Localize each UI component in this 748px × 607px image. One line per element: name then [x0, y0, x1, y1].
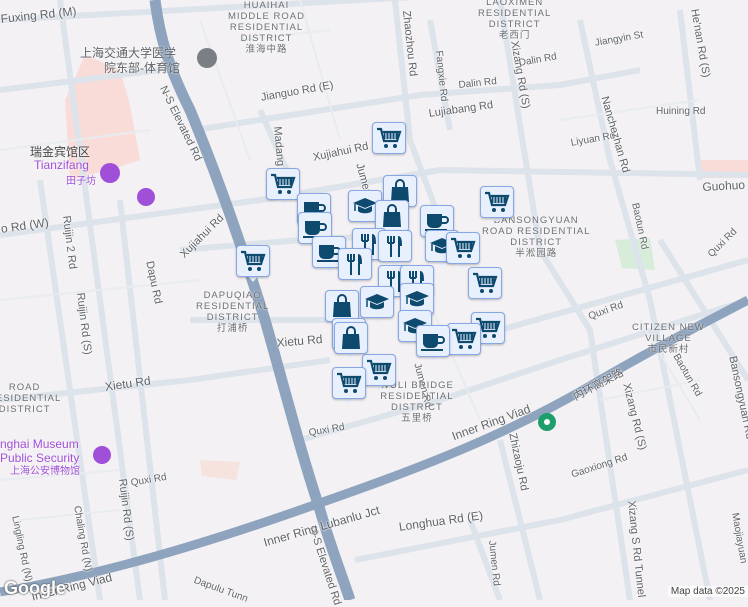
shopping-cart-icon [450, 236, 476, 260]
sports-pin-icon[interactable] [197, 48, 217, 68]
map-marker-shopping-cart[interactable] [332, 367, 366, 404]
map-marker-shopping-cart[interactable] [446, 232, 480, 269]
map-marker-shopping-cart[interactable] [480, 186, 514, 223]
map-marker-graduation-cap[interactable] [360, 286, 394, 323]
shopping-cart-icon [484, 190, 510, 214]
map-marker-shopping-cart[interactable] [236, 245, 270, 282]
road-label: Huining Rd [656, 106, 706, 117]
museum-pin-icon[interactable] [93, 446, 111, 464]
map-attribution[interactable]: Map data ©2025 [667, 586, 748, 597]
shopping-cart-icon [451, 327, 477, 351]
poi-hospital-label[interactable]: 上海交通大学医学 院东部-体育馆 [80, 46, 180, 76]
map-marker-shopping-bag[interactable] [334, 322, 368, 359]
map-marker-fork-knife[interactable] [378, 230, 412, 267]
google-logo: Google [4, 578, 66, 598]
poi-tianzifang-cn[interactable]: 田子坊 [66, 172, 96, 187]
district-laoximen: LAOXIMEN RESIDENTIAL DISTRICT 老西门 [478, 0, 552, 41]
map-marker-shopping-cart[interactable] [468, 267, 502, 304]
graduation-cap-icon [404, 287, 430, 311]
road-label: Guohuo [702, 177, 746, 194]
fork-knife-icon [382, 234, 408, 258]
district-huaihai: HUAIHAI MIDDLE ROAD RESIDENTIAL DISTRICT 淮海中… [228, 0, 305, 55]
shopping-cart-icon [240, 249, 266, 273]
coffee-cup-icon [420, 329, 446, 353]
landmark-pin-icon[interactable] [137, 188, 155, 206]
camera-pin-icon[interactable] [100, 163, 120, 183]
shopping-cart-icon [472, 271, 498, 295]
poi-museum[interactable]: nghai Museum Public Security 上海公安博物馆 [0, 437, 80, 479]
shopping-cart-icon [270, 172, 296, 196]
district-citizen-new-village: CITIZEN NEW VILLAGE 市民新村 [632, 322, 705, 355]
shopping-bag-icon [329, 294, 355, 318]
poi-tianzifang[interactable]: Tianzifang [34, 158, 89, 172]
district-left: ROADRESIDENTIALDISTRICT [0, 382, 62, 415]
shopping-bag-icon [338, 326, 364, 350]
map-marker-coffee-cup[interactable] [416, 325, 450, 362]
shopping-cart-icon [376, 126, 402, 150]
shopping-bag-icon [379, 204, 405, 228]
map-marker-shopping-cart[interactable] [266, 168, 300, 205]
shopping-cart-icon [336, 371, 362, 395]
graduation-cap-icon [364, 290, 390, 314]
map-marker-shopping-cart[interactable] [362, 354, 396, 391]
shopping-cart-icon [366, 358, 392, 382]
map-marker-fork-knife[interactable] [338, 248, 372, 285]
fork-knife-icon [342, 252, 368, 276]
map-marker-shopping-cart[interactable] [447, 323, 481, 360]
district-dapuqiao: DAPUQIAO RESIDENTIAL DISTRICT 打浦桥 [196, 290, 270, 334]
map-marker-shopping-cart[interactable] [372, 122, 406, 159]
